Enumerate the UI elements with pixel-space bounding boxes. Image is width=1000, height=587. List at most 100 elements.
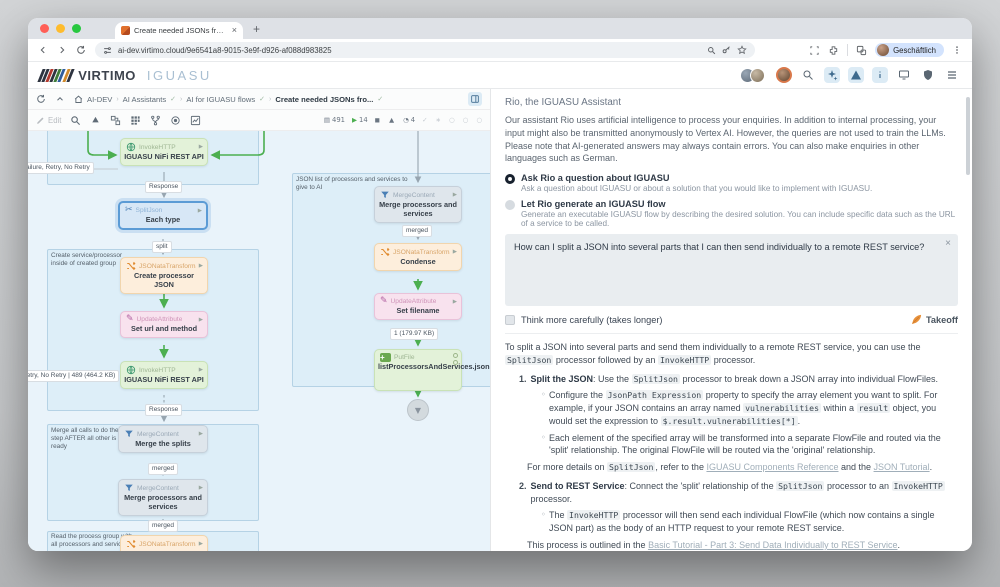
edge-label: split [152, 241, 172, 253]
screenshot-icon[interactable] [809, 45, 820, 56]
divider [847, 44, 848, 56]
ai-assistant-icon[interactable] [824, 67, 840, 83]
question-text[interactable]: How can I split a JSON into several part… [514, 241, 940, 254]
radio-option-generate[interactable]: Let Rio generate an IGUASU flow Generate… [505, 199, 958, 228]
maximize-window-button[interactable] [72, 24, 81, 33]
breadcrumb-item[interactable]: AI-DEV [87, 95, 112, 104]
browser-profile-chip[interactable]: Geschäftlich [875, 43, 944, 57]
globe-icon [126, 365, 136, 375]
folder-plus-icon: + [380, 353, 391, 362]
close-window-button[interactable] [40, 24, 49, 33]
warnings-icon[interactable] [848, 67, 864, 83]
minimize-window-button[interactable] [56, 24, 65, 33]
refresh-icon[interactable] [36, 94, 46, 104]
desktop: Create needed JSONs from ... × + ai-dev.… [0, 0, 1000, 587]
stat-time: ◔4 [403, 116, 415, 124]
branch-icon[interactable] [150, 115, 161, 126]
assistant-intro: Our assistant Rio uses artificial intell… [505, 114, 958, 165]
search-tabs-icon[interactable] [707, 46, 716, 55]
search-icon[interactable] [800, 67, 816, 83]
radio-option-ask[interactable]: Ask Rio a question about IGUASU Ask a qu… [505, 173, 958, 193]
processor-node-updateattribute[interactable]: ✎ UpdateAttribute ▶ Set filename [374, 293, 462, 320]
assistant-panel-toggle[interactable] [468, 92, 482, 106]
new-tab-button[interactable]: + [253, 22, 260, 36]
header-actions [740, 67, 960, 83]
home-icon[interactable] [74, 95, 83, 104]
browser-tabbar: Create needed JSONs from ... × + [28, 18, 972, 39]
question-input[interactable]: How can I split a JSON into several part… [505, 234, 958, 306]
target-icon[interactable] [170, 115, 181, 126]
edge-label: Response [145, 404, 182, 416]
flow-canvas[interactable]: Create service/processor inside of creat… [28, 131, 490, 551]
monitoring-icon[interactable] [896, 67, 912, 83]
rio-assistant-panel: Rio, the IGUASU Assistant Our assistant … [490, 89, 972, 551]
feather-icon [911, 314, 922, 325]
output-funnel[interactable]: ▼ [407, 399, 429, 421]
check-icon: ✓ [170, 95, 176, 103]
current-user-avatar[interactable] [776, 67, 792, 83]
processor-node-jsonata[interactable]: JSONataTransformJ... ▶ [120, 535, 208, 551]
clear-question-icon[interactable]: × [945, 238, 951, 249]
edit-button[interactable]: Edit [36, 116, 61, 125]
stat-invalid: ▲ [389, 116, 396, 124]
think-checkbox[interactable] [505, 315, 515, 325]
shuffle-icon [126, 261, 136, 271]
grid-icon[interactable] [130, 115, 141, 126]
edge-label: merged [402, 225, 432, 237]
url-text[interactable]: ai-dev.virtimo.cloud/9e6541a8-9015-3e9f-… [118, 46, 701, 55]
takeoff-button[interactable]: Takeoff [911, 314, 958, 325]
chevron-up-icon[interactable] [55, 94, 65, 104]
product-name: IGUASU [147, 68, 212, 83]
pencil-icon: ✎ [126, 315, 134, 324]
globe-icon [126, 142, 136, 152]
processor-node-invokehttp[interactable]: InvokeHTTP ▶ IGUASU NiFi REST API [120, 138, 208, 166]
reload-icon[interactable] [76, 45, 86, 55]
chart-icon[interactable] [190, 115, 201, 126]
extensions-icon[interactable] [828, 45, 839, 56]
breadcrumb-item[interactable]: AI Assistants [123, 95, 166, 104]
browser-menu-icon[interactable] [952, 45, 962, 55]
online-users-avatars[interactable] [740, 68, 765, 83]
processor-node-invokehttp[interactable]: InvokeHTTP ▶ IGUASU NiFi REST API [120, 361, 208, 389]
assistant-title: Rio, the IGUASU Assistant [505, 97, 958, 108]
processor-node-mergecontent[interactable]: MergeContent ▶ Merge processors and serv… [118, 479, 208, 516]
breadcrumb-item[interactable]: AI for IGUASU flows [186, 95, 255, 104]
search-flow-icon[interactable] [70, 115, 81, 126]
processor-node-jsonata[interactable]: JSONataTransformJ... ▶ Condense [374, 243, 462, 271]
run-state-icon: ▶ [199, 263, 203, 269]
radio-unselected-icon[interactable] [505, 200, 515, 210]
browser-actions: Geschäftlich [809, 43, 962, 57]
run-state-icon: ▶ [199, 144, 203, 150]
run-state-icon: ▶ [453, 192, 457, 198]
bookmark-star-icon[interactable] [737, 45, 747, 55]
security-shield-icon[interactable] [920, 67, 936, 83]
back-icon[interactable] [38, 45, 48, 55]
run-state-icon: ▶ [199, 541, 203, 547]
url-bar[interactable]: ai-dev.virtimo.cloud/9e6541a8-9015-3e9f-… [95, 42, 755, 58]
tab-close-icon[interactable]: × [232, 26, 237, 35]
processor-node-jsonata[interactable]: JSONataTransformJ... ▶ Create processor … [120, 257, 208, 294]
group-icon[interactable] [110, 115, 121, 126]
processor-node-updateattribute[interactable]: ✎ UpdateAttribute ▶ Set url and method [120, 311, 208, 338]
processor-node-mergecontent[interactable]: MergeContent ▶ Merge processors and serv… [374, 186, 462, 223]
edge-label: merged [148, 463, 178, 475]
passwords-key-icon[interactable] [722, 46, 731, 55]
forward-icon[interactable] [57, 45, 67, 55]
main-menu-icon[interactable] [944, 67, 960, 83]
site-settings-icon[interactable] [103, 46, 112, 55]
breadcrumb-item-current[interactable]: Create needed JSONs fro... [275, 95, 373, 104]
scrollbar[interactable] [966, 97, 970, 175]
stat-stopped: ◼ [375, 116, 382, 124]
node-badges [453, 353, 458, 365]
processor-node-putfile[interactable]: + PutFile listProcessorsAndServices.json [374, 349, 462, 391]
stat-queued: ▤491 [324, 116, 345, 124]
info-icon[interactable] [872, 67, 888, 83]
browser-tab[interactable]: Create needed JSONs from ... × [115, 22, 243, 39]
radio-selected-icon[interactable] [505, 174, 515, 184]
run-state-icon: ▶ [199, 485, 203, 491]
upload-icon[interactable] [90, 115, 101, 126]
processor-node-mergecontent[interactable]: MergeContent ▶ Merge the splits [118, 425, 208, 453]
translate-icon[interactable] [856, 45, 867, 56]
processor-node-splitjson-selected[interactable]: ✂ SplitJson ▶ Each type [118, 201, 208, 230]
virtimo-logo: VIRTIMO IGUASU [40, 68, 212, 83]
